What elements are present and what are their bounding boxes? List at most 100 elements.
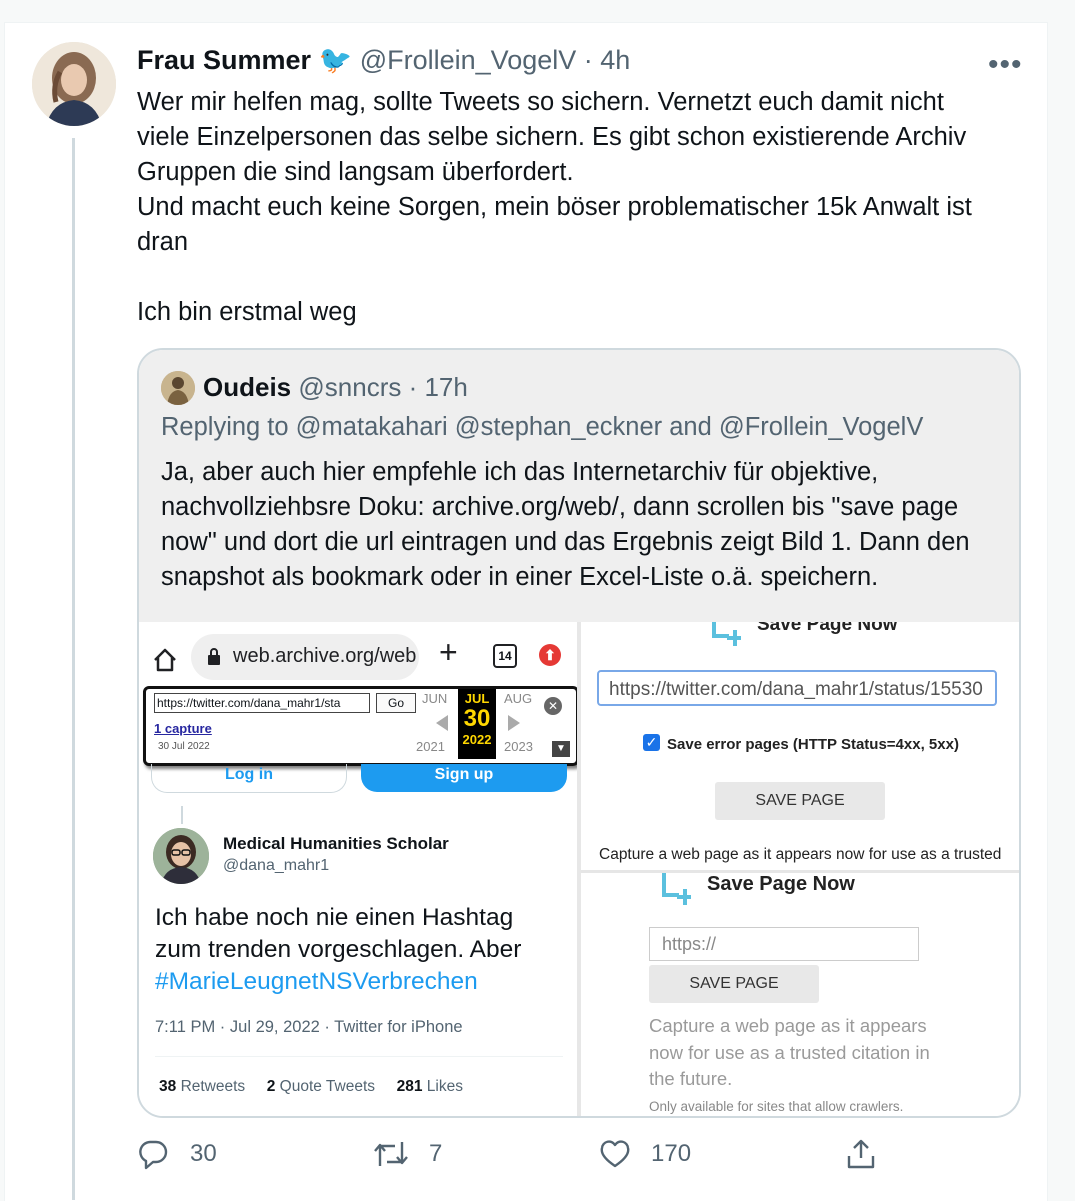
like-button[interactable]: 170 [599,1136,719,1176]
embedded-author-handle: @dana_mahr1 [223,857,330,874]
wayback-next-arrow-icon [508,715,520,731]
embedded-text-line: zum trenden vorgeschlagen. Aber [155,936,522,963]
checkbox-checked-icon: ✓ [643,734,660,751]
archive-save-icon [662,873,691,905]
replying-mentions: @matakahari @stephan_eckner and @Frollei… [295,413,924,441]
quotes-label: Quote Tweets [279,1078,376,1095]
retweet-count: 7 [429,1140,443,1167]
reply-icon [139,1140,168,1170]
likes-count: 281 [396,1078,423,1095]
thread-line [181,806,183,824]
more-options-icon[interactable]: ••• [988,48,1023,82]
tweet-text-line [137,260,1017,295]
wayback-active-year: 2022 [462,732,492,747]
save-page-caption: Capture a web page as it appears now for… [649,1013,930,1093]
browser-url-bar: web.archive.org/web [191,634,419,680]
save-page-caption: Capture a web page as it appears now for… [599,846,1002,863]
replying-to: Replying to @matakahari @stephan_eckner … [161,413,923,442]
new-tab-icon: + [439,634,458,670]
screenshot-save-page-now-empty: Save Page Now https:// SAVE PAGE Capture… [581,870,1019,1116]
upload-icon: ⬆ [539,644,561,666]
tweet-text-line: Wer mir helfen mag, sollte Tweets so sic… [137,88,944,116]
save-error-pages-label: Save error pages (HTTP Status=4xx, 5xx) [667,736,959,753]
replying-prefix: Replying to [161,413,289,441]
quote-timestamp: · 17h [408,372,468,402]
wayback-prev-arrow-icon [436,715,448,731]
signup-button: Sign up [361,764,567,792]
login-button: Log in [151,764,347,793]
tweet-text: Wer mir helfen mag, sollte Tweets so sic… [137,85,1017,330]
wayback-capture-link: 1 capture [154,721,212,736]
author-avatar[interactable] [32,42,116,126]
wayback-capture-date: 30 Jul 2022 [158,741,210,752]
save-page-button: SAVE PAGE [715,782,885,820]
screenshot-wayback-mobile: web.archive.org/web + 14 ⬆ https://twitt… [139,622,577,1116]
wayback-prev-year: 2021 [416,739,445,754]
wayback-active-date: JUL 30 2022 [458,689,496,759]
reply-count: 30 [190,1140,217,1167]
lock-icon [207,648,221,672]
quote-text-line: snapshot als bookmark oder in einer Exce… [161,563,879,591]
share-icon [847,1139,875,1169]
quote-text-line: Ja, aber auch hier empfehle ich das Inte… [161,458,879,486]
embedded-hashtag: #MarieLeugnetNSVerbrechen [155,968,478,995]
author-name[interactable]: Frau Summer [137,45,311,75]
quote-author-handle: @snncrs [298,372,402,402]
archive-save-icon [712,622,741,646]
save-page-url-input: https:// [649,927,919,961]
likes-label: Likes [426,1078,463,1095]
retweet-button[interactable]: 7 [373,1136,473,1176]
quote-text: Ja, aber auch hier empfehle ich das Inte… [161,455,970,595]
wayback-next-month: AUG [504,691,533,706]
tweet-text-line: Und macht euch keine Sorgen, mein böser … [137,193,972,221]
save-page-url-input: https://twitter.com/dana_mahr1/status/15… [597,670,997,706]
wayback-prev-month: JUN [422,691,448,706]
wayback-expand-icon: ▼ [552,741,570,757]
retweets-label: Retweets [180,1078,246,1095]
tweet-timestamp[interactable]: · 4h [584,45,631,75]
quoted-tweet[interactable]: Oudeis @snncrs · 17h Replying to @mataka… [137,348,1021,1118]
embedded-author-name: Medical Humanities Scholar [223,834,449,853]
retweet-icon [374,1142,408,1166]
wayback-close-icon: ✕ [544,697,562,715]
caption-line: the future. [649,1068,733,1089]
divider [155,1056,563,1057]
share-button[interactable] [845,1136,885,1176]
wayback-active-day: 30 [463,705,491,732]
save-page-button: SAVE PAGE [649,965,819,1003]
reply-button[interactable]: 30 [137,1136,237,1176]
tweet-actions: 30 7 170 [137,1136,1017,1176]
embedded-text-line: Ich habe noch nie einen Hashtag [155,904,514,931]
wayback-url-input: https://twitter.com/dana_mahr1/sta [154,693,370,713]
tab-count-icon: 14 [493,644,517,668]
thread-line [72,138,75,1200]
save-page-now-title: Save Page Now [707,873,855,895]
wayback-next-year: 2023 [504,739,533,754]
tweet-text-line: Ich bin erstmal weg [137,298,357,326]
quote-header: Oudeis @snncrs · 17h [203,372,468,403]
page: Frau Summer 🐦 @Frollein_VogelV · 4h ••• … [0,0,1075,1201]
crawler-note: Only available for sites that allow craw… [649,1099,904,1114]
wayback-active-month: JUL [464,691,490,706]
bird-emoji-icon: 🐦 [318,45,353,75]
tweet-text-line: dran [137,228,189,256]
browser-url: web.archive.org/web [233,645,417,667]
quote-text-line: now" und dort die url eintragen und das … [161,528,970,556]
quotes-count: 2 [266,1078,276,1095]
quote-author-name: Oudeis [203,372,292,402]
save-page-now-title: Save Page Now [757,622,898,635]
embedded-tweet-meta: 7:11 PM · Jul 29, 2022 · Twitter for iPh… [155,1018,463,1036]
wayback-go-button: Go [376,693,416,713]
quote-author-avatar [161,371,195,405]
heart-icon [600,1140,630,1168]
retweets-count: 38 [159,1078,177,1095]
wayback-toolbar: https://twitter.com/dana_mahr1/sta Go 1 … [143,686,577,766]
like-count: 170 [651,1140,692,1167]
tweet-header: Frau Summer 🐦 @Frollein_VogelV · 4h [137,44,630,76]
author-handle[interactable]: @Frollein_VogelV [360,45,577,75]
embedded-tweet-stats: 38 Retweets 2 Quote Tweets 281 Likes [159,1078,463,1096]
screenshot-save-page-now-filled: Save Page Now https://twitter.com/dana_m… [581,622,1019,870]
quote-text-line: nachvollziehbsre Doku: archive.org/web/,… [161,493,959,521]
caption-line: now for use as a trusted citation in [649,1041,930,1063]
home-icon [154,648,176,672]
